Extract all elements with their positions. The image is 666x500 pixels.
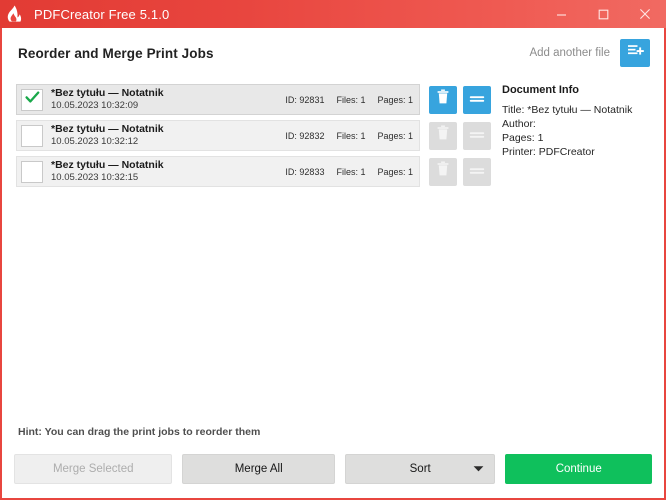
job-date: 10.05.2023 10:32:15 — [51, 171, 139, 183]
delete-job-button[interactable] — [429, 85, 457, 114]
window-controls — [540, 0, 666, 28]
table-row[interactable]: *Bez tytułu — Notatnik 10.05.2023 10:32:… — [16, 84, 491, 115]
job-id: ID: 92833 — [285, 166, 325, 177]
document-info-pages: Pages: 1 — [502, 131, 544, 144]
continue-button[interactable]: Continue — [505, 454, 652, 484]
document-info-author: Author: — [502, 117, 536, 130]
window-title: PDFCreator Free 5.1.0 — [34, 6, 170, 22]
job-checkbox-checked[interactable] — [21, 88, 43, 111]
job-files: Files: 1 — [336, 94, 366, 105]
job-meta: ID: 92833 Files: 1 Pages: 1 — [285, 167, 413, 177]
job-checkbox-unchecked[interactable] — [21, 160, 43, 183]
header-actions: Add another file — [529, 39, 650, 67]
merge-lines-icon — [469, 127, 485, 145]
add-another-file-label: Add another file — [529, 47, 610, 59]
maximize-icon[interactable] — [582, 0, 624, 28]
footer-actions: Merge Selected Merge All Sort Continue — [14, 454, 652, 484]
document-info-heading: Document Info — [502, 84, 579, 96]
trash-icon — [436, 89, 450, 110]
job-checkbox-unchecked[interactable] — [21, 124, 43, 147]
row-actions — [429, 157, 491, 186]
sort-dropdown[interactable]: Sort — [344, 454, 496, 484]
document-info-panel: Document Info Title: *Bez tytułu — Notat… — [502, 84, 656, 159]
trash-icon — [436, 125, 450, 146]
job-text: *Bez tytułu — Notatnik 10.05.2023 10:32:… — [51, 124, 164, 147]
job-id: ID: 92831 — [285, 94, 325, 105]
chevron-down-icon — [473, 466, 484, 473]
merge-job-button — [463, 157, 491, 186]
drag-hint-text: Hint: You can drag the print jobs to reo… — [18, 426, 261, 438]
job-date: 10.05.2023 10:32:12 — [51, 135, 139, 147]
job-files: Files: 1 — [336, 130, 366, 141]
print-job-card[interactable]: *Bez tytułu — Notatnik 10.05.2023 10:32:… — [16, 156, 420, 187]
page-title: Reorder and Merge Print Jobs — [18, 45, 214, 61]
merge-selected-button[interactable]: Merge Selected — [14, 454, 173, 484]
merge-job-button[interactable] — [463, 85, 491, 114]
job-title: *Bez tytułu — Notatnik — [51, 159, 164, 171]
row-actions — [429, 121, 491, 150]
pdfcreator-flame-icon — [0, 0, 28, 28]
continue-label: Continue — [555, 463, 602, 475]
delete-job-button — [429, 157, 457, 186]
trash-icon — [436, 161, 450, 182]
table-row[interactable]: *Bez tytułu — Notatnik 10.05.2023 10:32:… — [16, 120, 491, 151]
job-text: *Bez tytułu — Notatnik 10.05.2023 10:32:… — [51, 88, 164, 111]
job-date: 10.05.2023 10:32:09 — [51, 99, 139, 111]
job-pages: Pages: 1 — [377, 130, 413, 141]
job-meta: ID: 92832 Files: 1 Pages: 1 — [285, 131, 413, 141]
minimize-icon[interactable] — [540, 0, 582, 28]
table-row[interactable]: *Bez tytułu — Notatnik 10.05.2023 10:32:… — [16, 156, 491, 187]
job-pages: Pages: 1 — [377, 166, 413, 177]
merge-selected-label: Merge Selected — [52, 463, 134, 475]
add-another-file-button[interactable] — [620, 39, 650, 67]
green-check-icon — [24, 90, 40, 109]
merge-lines-icon — [469, 91, 485, 109]
row-actions — [429, 85, 491, 114]
application-window: PDFCreator Free 5.1.0 Reorder and Merge … — [0, 0, 666, 500]
job-title: *Bez tytułu — Notatnik — [51, 123, 164, 135]
title-bar: PDFCreator Free 5.1.0 — [0, 0, 666, 28]
job-pages: Pages: 1 — [377, 94, 413, 105]
print-job-card[interactable]: *Bez tytułu — Notatnik 10.05.2023 10:32:… — [16, 84, 420, 115]
merge-lines-icon — [469, 163, 485, 181]
job-meta: ID: 92831 Files: 1 Pages: 1 — [285, 95, 413, 105]
close-icon[interactable] — [624, 0, 666, 28]
document-info-printer: Printer: PDFCreator — [502, 145, 595, 158]
page-header: Reorder and Merge Print Jobs Add another… — [2, 28, 664, 78]
print-job-card[interactable]: *Bez tytułu — Notatnik 10.05.2023 10:32:… — [16, 120, 420, 151]
merge-job-button — [463, 121, 491, 150]
print-job-list: *Bez tytułu — Notatnik 10.05.2023 10:32:… — [16, 84, 491, 192]
add-file-icon — [627, 43, 644, 63]
delete-job-button — [429, 121, 457, 150]
merge-all-button[interactable]: Merge All — [182, 454, 335, 484]
job-text: *Bez tytułu — Notatnik 10.05.2023 10:32:… — [51, 160, 164, 183]
document-info-title: Title: *Bez tytułu — Notatnik — [502, 104, 633, 116]
job-id: ID: 92832 — [285, 130, 325, 141]
merge-all-label: Merge All — [234, 463, 283, 475]
job-title: *Bez tytułu — Notatnik — [51, 87, 164, 99]
sort-label: Sort — [409, 463, 431, 475]
job-files: Files: 1 — [336, 166, 366, 177]
